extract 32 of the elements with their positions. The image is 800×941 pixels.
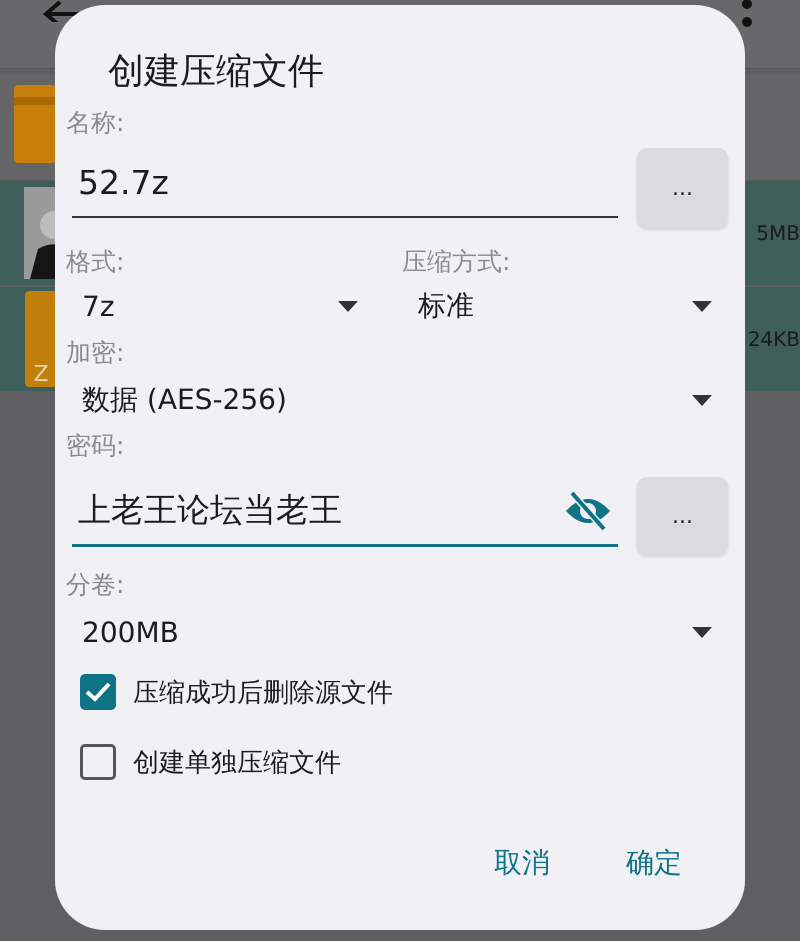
field-label: 名称: bbox=[66, 107, 124, 139]
password-field[interactable]: 上老王论坛当老王 bbox=[72, 477, 618, 547]
split-dropdown[interactable]: 200MB bbox=[66, 608, 728, 656]
encryption-dropdown[interactable]: 数据 (AES-256) bbox=[66, 376, 728, 424]
field-label: 格式: bbox=[66, 246, 126, 278]
checkbox[interactable] bbox=[80, 674, 116, 710]
method-dropdown[interactable]: 标准 bbox=[402, 282, 728, 330]
field-label: 加密: bbox=[66, 337, 124, 369]
field-label: 分卷: bbox=[66, 569, 124, 601]
format-dropdown[interactable]: 7z bbox=[66, 282, 370, 330]
generate-button[interactable]: ... bbox=[637, 477, 728, 555]
name-field[interactable]: 52.7z bbox=[72, 148, 618, 218]
checkbox[interactable] bbox=[80, 744, 116, 780]
field-label: 压缩方式: bbox=[402, 246, 512, 278]
browse-button[interactable]: ... bbox=[637, 148, 728, 228]
field-label: 密码: bbox=[66, 430, 124, 462]
folder-icon bbox=[14, 85, 56, 163]
eye-slash-icon[interactable] bbox=[564, 490, 612, 530]
dropdown-arrow-icon bbox=[692, 626, 712, 638]
check-icon bbox=[85, 682, 111, 702]
more-options-icon[interactable] bbox=[740, 0, 754, 30]
dialog-button[interactable]: 确定 bbox=[618, 840, 690, 886]
dialog-title: 创建压缩文件 bbox=[108, 50, 324, 94]
dropdown-arrow-icon bbox=[692, 300, 712, 312]
file-size: 5MB bbox=[755, 221, 800, 245]
dropdown-arrow-icon bbox=[338, 300, 358, 312]
file-size: 24KB bbox=[746, 327, 800, 351]
checkbox-label[interactable]: 创建单独压缩文件 bbox=[133, 744, 341, 780]
dialog-button[interactable]: 取消 bbox=[486, 840, 558, 886]
archive-letter: Z bbox=[33, 362, 49, 387]
checkbox-label[interactable]: 压缩成功后删除源文件 bbox=[133, 674, 393, 710]
dropdown-arrow-icon bbox=[692, 394, 712, 406]
